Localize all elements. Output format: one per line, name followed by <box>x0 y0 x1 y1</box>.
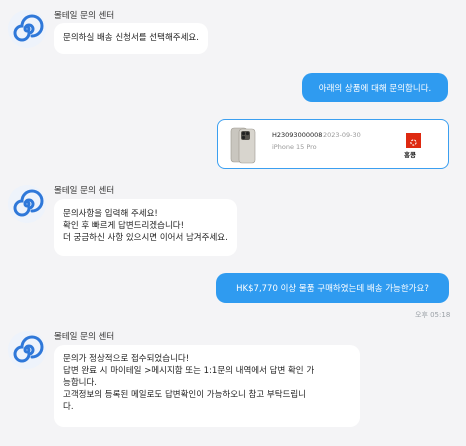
swirl-logo-icon <box>8 331 46 369</box>
order-date: 2023-09-30 <box>323 131 361 139</box>
message-line: 확인 후 빠르게 답변드리겠습니다! <box>63 221 184 231</box>
region-label: 홍콩 <box>404 151 416 159</box>
swirl-logo-icon <box>8 10 46 48</box>
message-line: 문의사항을 입력해 주세요! <box>63 209 158 219</box>
message-line: 답변 완료 시 마이테일 >메시지함 또는 1:1문의 내역에서 답변 확인 가 <box>63 366 315 376</box>
message-line: 고객정보의 등록된 메일로도 답변확인이 가능하오니 참고 부탁드립니 <box>63 390 306 400</box>
avatar <box>8 185 46 223</box>
message-line: 문의가 정상적으로 접수되었습니다! <box>63 354 190 364</box>
incoming-message: 문의사항을 입력해 주세요! 확인 후 빠르게 답변드리겠습니다! 더 궁금하신… <box>54 199 237 256</box>
sender-name: 몰테일 문의 센터 <box>54 186 115 196</box>
message-time: 오후 05:18 <box>415 311 451 319</box>
message-line: 능합니다. <box>63 378 97 388</box>
incoming-message: 문의가 정상적으로 접수되었습니다! 답변 완료 시 마이테일 >메시지함 또는… <box>54 345 360 427</box>
outgoing-message: 아래의 상품에 대해 문의합니다. <box>302 73 448 102</box>
swirl-logo-icon <box>8 185 46 223</box>
order-id: H23093000008 <box>272 131 323 139</box>
sender-name: 몰테일 문의 센터 <box>54 11 115 21</box>
outgoing-message: HK$7,770 이상 물품 구매하였는데 배송 가능한가요? <box>216 273 449 303</box>
message-line: 문의하실 배송 신청서를 선택해주세요. <box>63 33 199 43</box>
avatar <box>8 331 46 369</box>
product-name: iPhone 15 Pro <box>272 143 317 151</box>
sender-name: 몰테일 문의 센터 <box>54 332 115 342</box>
incoming-message: 문의하실 배송 신청서를 선택해주세요. <box>54 23 208 54</box>
phone-thumbnail <box>228 126 258 164</box>
message-line: 다. <box>63 402 74 412</box>
avatar <box>8 10 46 48</box>
product-card[interactable]: H23093000008 2023-09-30 iPhone 15 Pro 홍콩 <box>217 119 449 169</box>
hong-kong-flag-icon <box>406 133 421 148</box>
message-line: 더 궁금하신 사항 있으시면 이어서 남겨주세요. <box>63 233 228 243</box>
